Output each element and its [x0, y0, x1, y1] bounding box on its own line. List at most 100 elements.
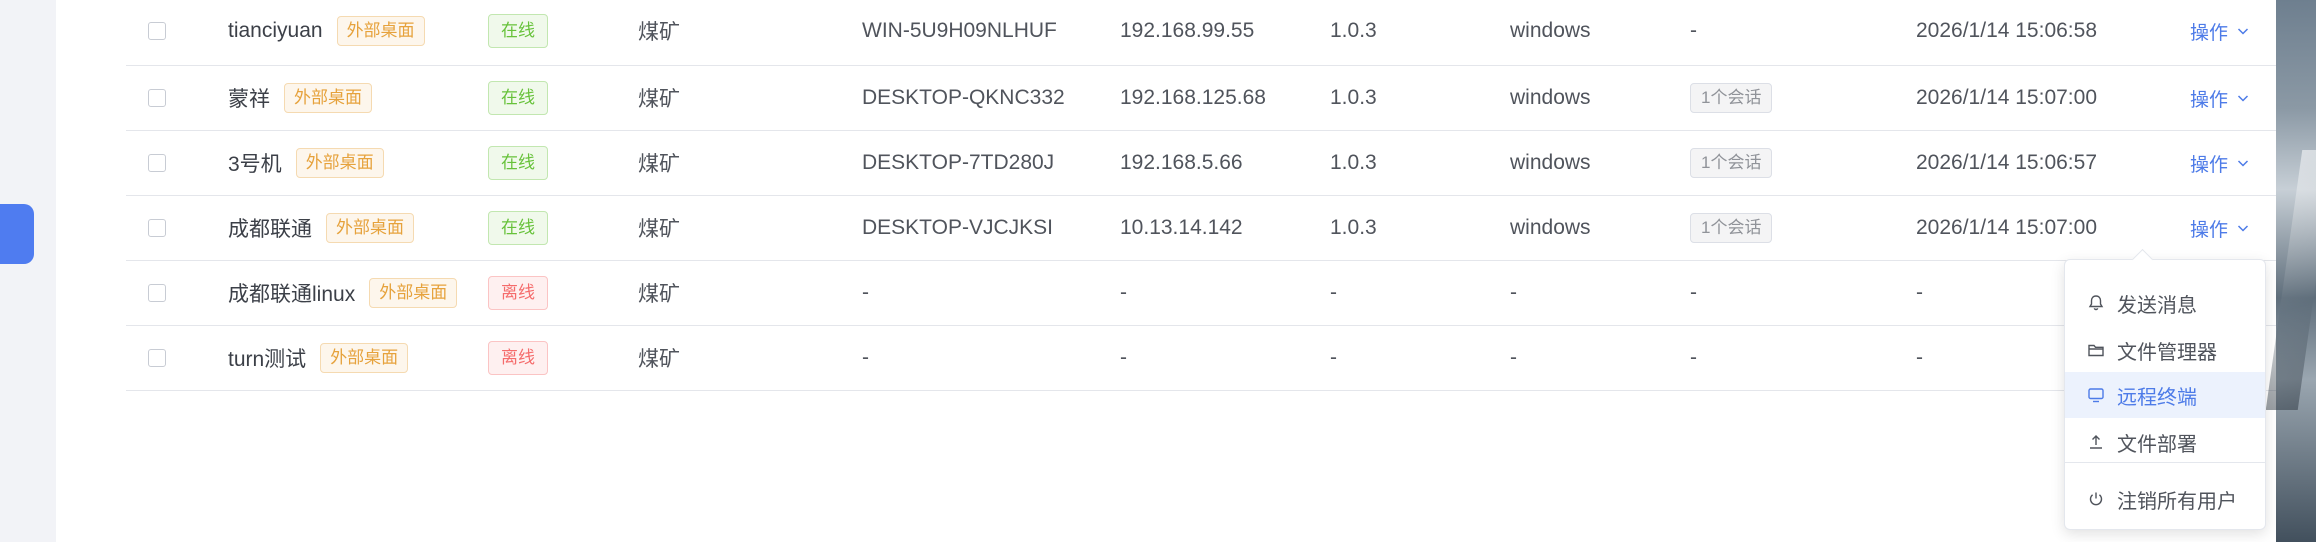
- chevron-down-icon: [2237, 160, 2249, 167]
- chevron-down-icon: [2237, 95, 2249, 102]
- group-name: 煤矿: [638, 283, 680, 306]
- device-type-tag: 外部桌面: [326, 213, 414, 243]
- table-row: 成都联通 外部桌面 在线 煤矿 DESKTOP-VJCJKSI 10.13.14.142 1…: [126, 196, 2316, 261]
- client-version: 1.0.3: [1330, 19, 1377, 42]
- group-name: 煤矿: [638, 153, 680, 176]
- group-name: 煤矿: [638, 218, 680, 241]
- menu-item-label: 注销所有用户: [2117, 490, 2237, 513]
- group-name: 煤矿: [638, 348, 680, 371]
- status-badge: 在线: [488, 81, 548, 115]
- table-row: 3号机 外部桌面 在线 煤矿 DESKTOP-7TD280J 192.168.5.66 1.…: [126, 131, 2316, 196]
- device-name: 成都联通: [228, 218, 312, 241]
- table-row: 成都联通linux 外部桌面 离线 煤矿 - - - - - -: [126, 261, 2316, 326]
- ip-address: 192.168.99.55: [1120, 19, 1255, 42]
- session-count-badge: 1个会话: [1690, 83, 1773, 113]
- status-badge: 在线: [488, 146, 548, 180]
- hostname: DESKTOP-7TD280J: [862, 151, 1055, 174]
- session-value: -: [1690, 281, 1697, 304]
- session-value: -: [1690, 19, 1697, 42]
- ip-address: 192.168.5.66: [1120, 151, 1243, 174]
- menu-item-remote-terminal[interactable]: 远程终端: [2065, 372, 2265, 418]
- hostname: -: [862, 281, 869, 304]
- sidebar-active-tab[interactable]: [0, 204, 34, 264]
- last-online-time: 2026/1/14 15:07:00: [1916, 216, 2098, 239]
- chevron-down-icon: [2237, 28, 2249, 35]
- table-row: tianciyuan 外部桌面 在线 煤矿 WIN-5U9H09NLHUF 192.168…: [126, 0, 2316, 66]
- row-checkbox[interactable]: [148, 154, 166, 172]
- row-checkbox[interactable]: [148, 219, 166, 237]
- operating-system: windows: [1510, 19, 1591, 42]
- operation-dropdown-trigger[interactable]: 操作: [2190, 150, 2250, 177]
- status-badge: 离线: [488, 341, 548, 375]
- device-type-tag: 外部桌面: [369, 278, 458, 308]
- session-count-badge: 1个会话: [1690, 148, 1773, 178]
- device-type-tag: 外部桌面: [284, 83, 372, 113]
- upload-icon: [2090, 435, 2102, 449]
- hostname: -: [862, 346, 869, 369]
- menu-item-send-message[interactable]: 发送消息: [2065, 280, 2265, 326]
- last-online-time: -: [1916, 281, 1923, 304]
- menu-item-label: 文件管理器: [2117, 341, 2217, 364]
- row-checkbox[interactable]: [148, 89, 166, 107]
- last-online-time: -: [1916, 346, 1923, 369]
- operation-dropdown-menu: 发送消息 文件管理器 远程终端 文件部署 注销所有用户: [2064, 248, 2266, 530]
- ip-address: 10.13.14.142: [1120, 216, 1243, 239]
- device-table: tianciyuan 外部桌面 在线 煤矿 WIN-5U9H09NLHUF 192.168…: [126, 0, 2316, 391]
- row-checkbox[interactable]: [148, 349, 166, 367]
- menu-item-file-deploy[interactable]: 文件部署: [2065, 419, 2265, 465]
- operation-dropdown-trigger[interactable]: 操作: [2190, 215, 2250, 242]
- operation-dropdown-trigger[interactable]: 操作: [2190, 85, 2250, 112]
- session-count-badge: 1个会话: [1690, 213, 1773, 243]
- menu-item-label: 远程终端: [2117, 386, 2197, 409]
- bell-icon: [2088, 295, 2104, 311]
- client-version: -: [1330, 281, 1337, 304]
- client-version: 1.0.3: [1330, 151, 1377, 174]
- last-online-time: 2026/1/14 15:07:00: [1916, 86, 2098, 109]
- power-icon: [2089, 492, 2103, 506]
- row-checkbox[interactable]: [148, 22, 166, 40]
- status-badge: 在线: [488, 14, 548, 48]
- device-type-tag: 外部桌面: [336, 16, 425, 46]
- last-online-time: 2026/1/14 15:06:58: [1916, 19, 2098, 42]
- operating-system: -: [1510, 346, 1517, 369]
- device-name: 3号机: [228, 153, 282, 176]
- operating-system: windows: [1510, 151, 1591, 174]
- group-name: 煤矿: [638, 88, 680, 111]
- status-badge: 在线: [488, 211, 548, 245]
- device-name: 蒙祥: [228, 88, 270, 111]
- ip-address: -: [1120, 346, 1127, 369]
- hostname: DESKTOP-QKNC332: [862, 86, 1065, 109]
- client-version: 1.0.3: [1330, 86, 1377, 109]
- device-type-tag: 外部桌面: [295, 148, 384, 178]
- chevron-down-icon: [2237, 225, 2249, 232]
- operating-system: -: [1510, 281, 1517, 304]
- folder-icon: [2088, 344, 2104, 357]
- client-version: -: [1330, 346, 1337, 369]
- hostname: WIN-5U9H09NLHUF: [862, 19, 1057, 42]
- client-version: 1.0.3: [1330, 216, 1377, 239]
- operation-label: 操作: [2190, 219, 2229, 241]
- menu-item-label: 文件部署: [2117, 433, 2197, 456]
- device-list-panel: tianciyuan 外部桌面 在线 煤矿 WIN-5U9H09NLHUF 192.168…: [56, 0, 2316, 542]
- operation-label: 操作: [2190, 89, 2229, 111]
- operating-system: windows: [1510, 86, 1591, 109]
- ip-address: 192.168.125.68: [1120, 86, 1266, 109]
- menu-item-logout-all-users[interactable]: 注销所有用户: [2065, 476, 2265, 522]
- desktop-background-photo: [2276, 0, 2316, 542]
- operation-label: 操作: [2190, 154, 2229, 176]
- menu-item-label: 发送消息: [2117, 294, 2197, 317]
- last-online-time: 2026/1/14 15:06:57: [1916, 151, 2098, 174]
- operation-dropdown-trigger[interactable]: 操作: [2190, 18, 2250, 45]
- session-value: -: [1690, 346, 1697, 369]
- operating-system: windows: [1510, 216, 1591, 239]
- menu-item-file-manager[interactable]: 文件管理器: [2065, 327, 2265, 373]
- table-row: 蒙祥 外部桌面 在线 煤矿 DESKTOP-QKNC332 192.168.125.68 1…: [126, 66, 2316, 131]
- device-type-tag: 外部桌面: [320, 343, 409, 373]
- device-name: 成都联通linux: [228, 283, 356, 306]
- left-sidebar: [0, 0, 56, 542]
- device-name: turn测试: [228, 348, 307, 371]
- device-name: tianciyuan: [228, 19, 323, 42]
- group-name: 煤矿: [638, 21, 680, 44]
- monitor-icon: [2088, 388, 2104, 403]
- row-checkbox[interactable]: [148, 284, 166, 302]
